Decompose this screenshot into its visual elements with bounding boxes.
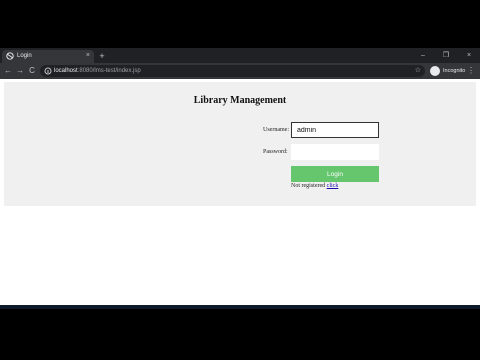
forward-button[interactable]: →	[14, 63, 26, 79]
minimize-button[interactable]: –	[414, 50, 432, 62]
back-button[interactable]: ←	[2, 63, 14, 79]
login-button[interactable]: Login	[291, 166, 379, 182]
globe-icon	[6, 52, 14, 60]
address-bar[interactable]: localhost:8080/lms-test/index.jsp ☆	[40, 65, 425, 77]
password-input[interactable]	[291, 144, 379, 160]
register-link[interactable]: click	[327, 183, 339, 189]
maximize-button[interactable]: ❐	[437, 50, 455, 62]
tab-close-icon[interactable]: ×	[86, 51, 90, 61]
register-prompt: Not registered click	[291, 183, 338, 189]
info-icon	[44, 67, 52, 75]
username-input[interactable]	[291, 122, 379, 138]
url-text: localhost:8080/lms-test/index.jsp	[54, 68, 141, 74]
letterbox-bottom	[0, 309, 480, 360]
new-tab-button[interactable]: +	[97, 50, 107, 62]
tab-login[interactable]: Login ×	[2, 50, 94, 63]
incognito-icon	[430, 66, 440, 76]
username-label: Username:	[263, 127, 289, 133]
password-label: Password:	[263, 149, 288, 155]
register-text: Not registered	[291, 183, 326, 189]
tab-title: Login	[17, 53, 32, 59]
window-close-button[interactable]: ×	[460, 50, 478, 62]
incognito-label: Incognito	[443, 68, 466, 74]
letterbox-top	[0, 0, 480, 48]
reload-button[interactable]: C	[26, 63, 38, 79]
browser-menu-icon[interactable]: ⋮	[466, 63, 476, 79]
page-title: Library Management	[193, 95, 287, 106]
bookmark-star-icon[interactable]: ☆	[415, 65, 421, 77]
